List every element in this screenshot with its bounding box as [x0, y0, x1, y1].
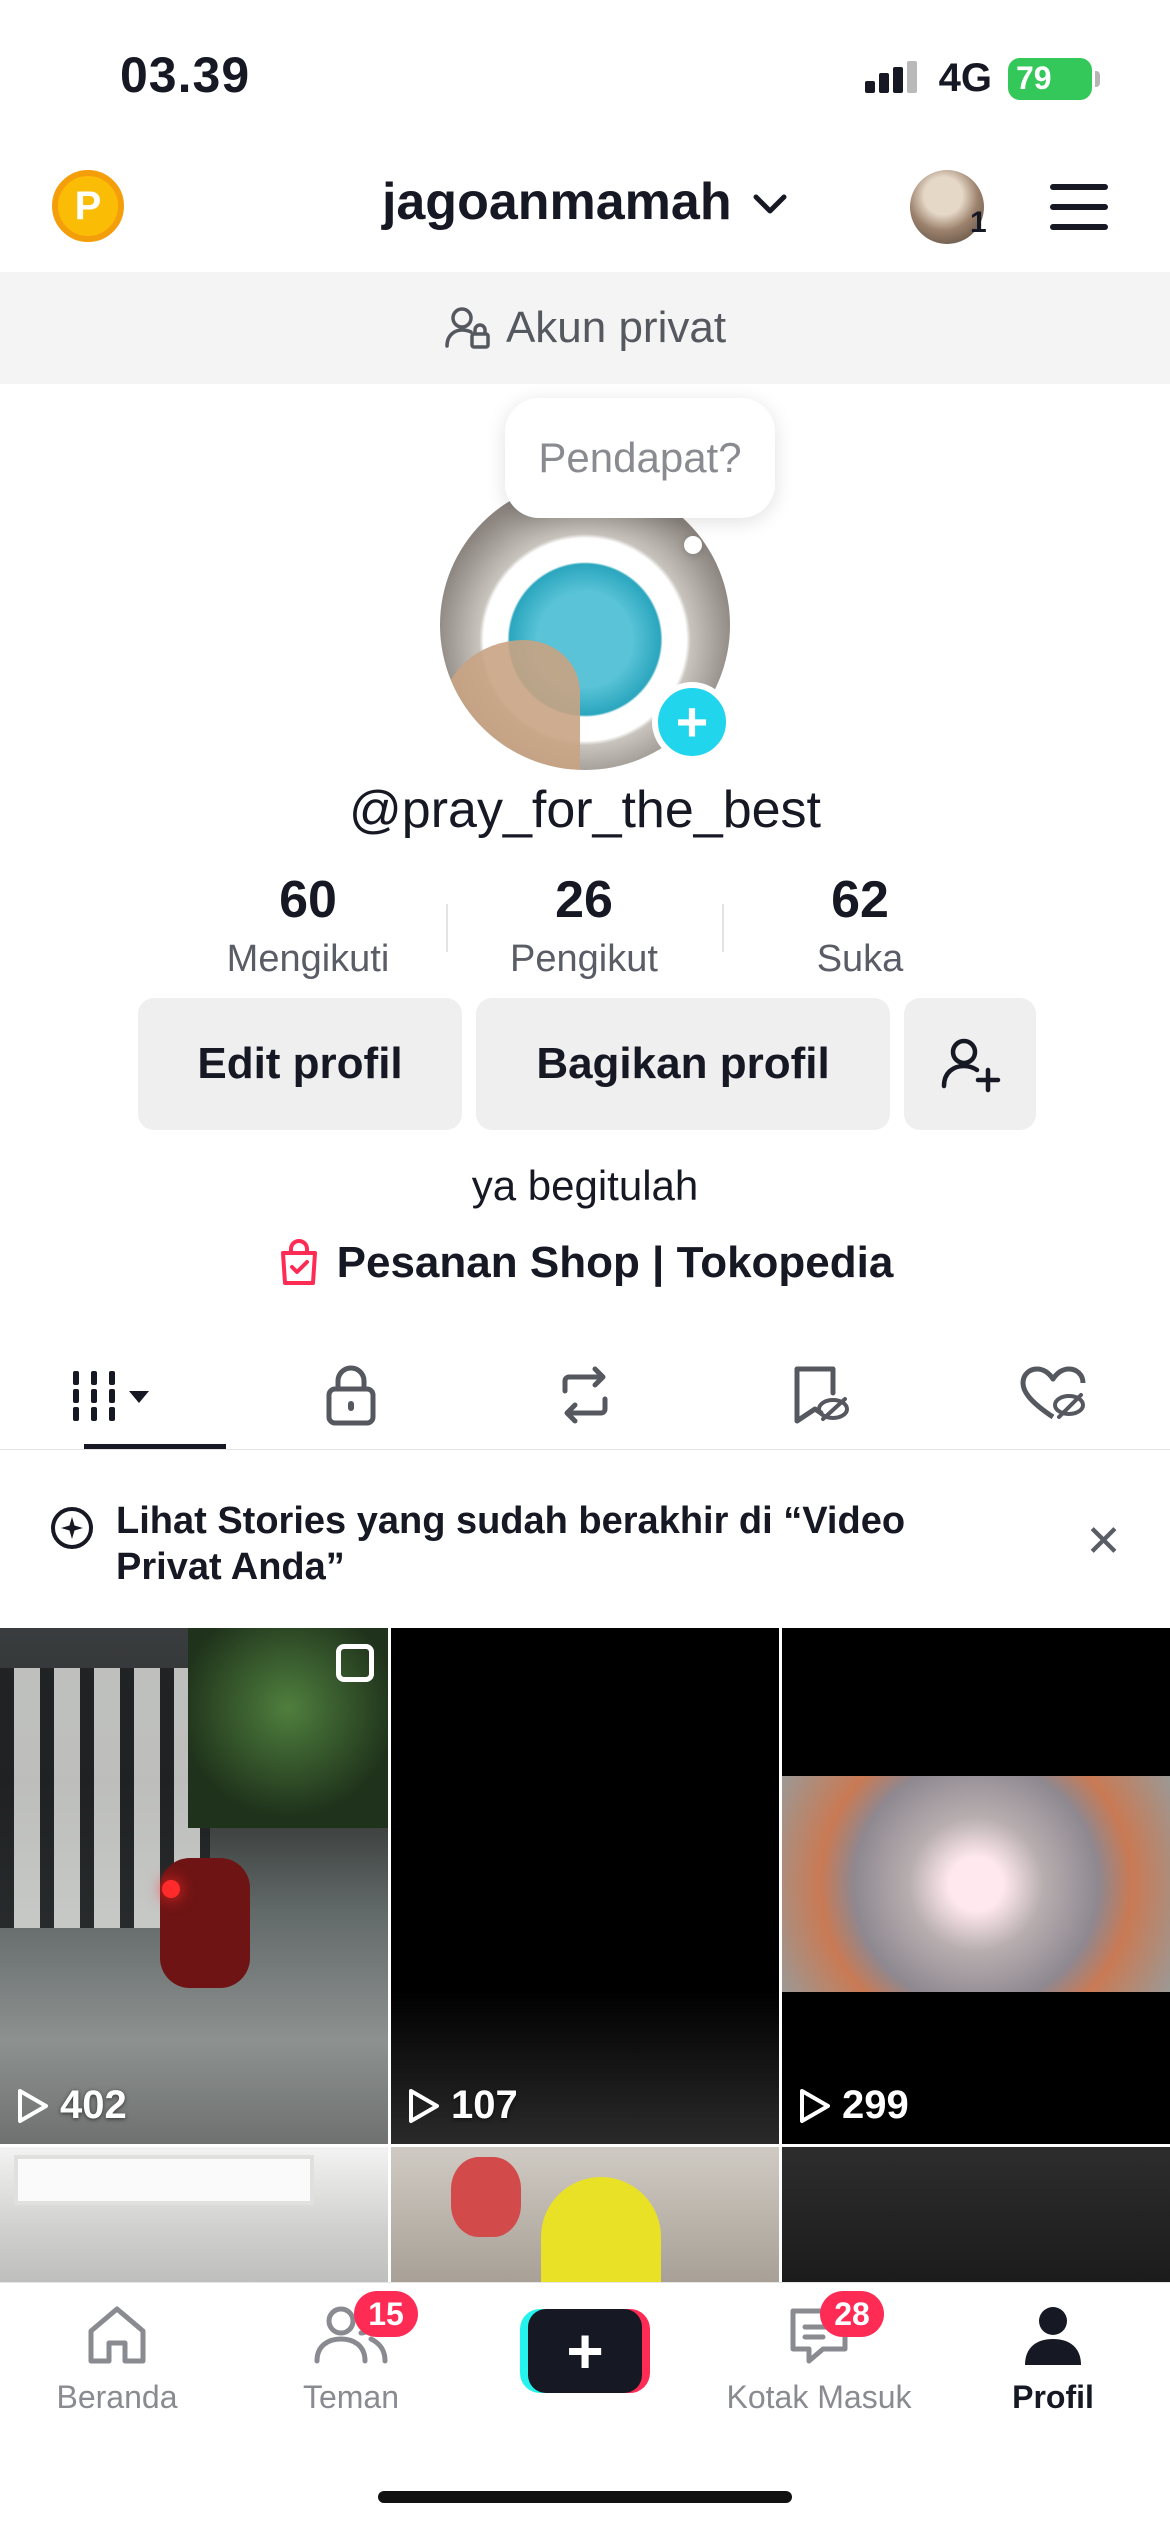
- tab-private[interactable]: [234, 1340, 468, 1449]
- favorites-hidden-icon: [794, 1366, 849, 1423]
- nav-label: Profil: [1012, 2379, 1094, 2415]
- profile-stats: 60 Mengikuti 26 Pengikut 62 Suka: [170, 870, 1000, 990]
- stories-icon: [51, 1507, 93, 1549]
- shopping-bag-icon: [280, 1239, 317, 1285]
- battery-indicator: 79: [1008, 57, 1100, 100]
- add-user-icon: [941, 1038, 1001, 1093]
- profile-actions: Edit profil Bagikan profil: [138, 998, 1036, 1130]
- nav-home[interactable]: Beranda: [0, 2299, 234, 2416]
- video-tile[interactable]: [391, 2147, 779, 2287]
- tab-videos[interactable]: [0, 1340, 234, 1449]
- nav-label: Kotak Masuk: [726, 2379, 912, 2415]
- status-indicators: 4G 79: [863, 56, 1100, 101]
- profile-bio: ya begitulah: [471, 1162, 699, 1209]
- profile-handle: @pray_for_the_best: [349, 781, 821, 839]
- stat-value: 60: [279, 871, 337, 929]
- profile-header: P jagoanmamah 1: [0, 150, 1170, 272]
- note-bubble-tail: [684, 536, 702, 554]
- battery-level: 79: [1016, 60, 1052, 96]
- stat-value: 26: [555, 871, 613, 929]
- play-icon: [409, 2088, 439, 2123]
- close-icon[interactable]: ✕: [1085, 1516, 1122, 1567]
- note-bubble[interactable]: Pendapat?: [505, 398, 775, 518]
- stories-notice[interactable]: Lihat Stories yang sudah berakhir di “Vi…: [0, 1470, 1170, 1628]
- stat-likes[interactable]: 62 Suka: [722, 870, 998, 990]
- add-photo-button[interactable]: +: [652, 682, 732, 762]
- home-icon: [88, 2306, 146, 2364]
- private-account-banner: Akun privat: [0, 272, 1170, 384]
- stat-label: Mengikuti: [226, 938, 390, 980]
- note-bubble-text: Pendapat?: [538, 434, 742, 481]
- play-icon: [800, 2088, 830, 2123]
- tab-liked[interactable]: [936, 1340, 1170, 1449]
- stat-following[interactable]: 60 Mengikuti: [170, 870, 446, 990]
- account-count: 1: [970, 206, 987, 239]
- content-tabs: [0, 1340, 1170, 1450]
- status-bar: 03.39 4G 79: [0, 0, 1170, 150]
- view-count: 107: [407, 2083, 518, 2128]
- create-icon: +: [528, 2309, 642, 2393]
- video-tile[interactable]: 402: [0, 1628, 388, 2144]
- view-count: 402: [16, 2083, 127, 2128]
- play-icon: [18, 2088, 48, 2123]
- tab-reposts[interactable]: [468, 1340, 702, 1449]
- username-label: jagoanmamah: [381, 173, 732, 231]
- friends-badge: 15: [354, 2291, 418, 2337]
- video-tile[interactable]: 107: [391, 1628, 779, 2144]
- nav-inbox[interactable]: Kotak Masuk: [702, 2299, 936, 2416]
- private-user-icon: [445, 307, 490, 349]
- signal-icon: [864, 60, 917, 93]
- view-count: 299: [798, 2083, 909, 2128]
- video-grid: 402 107 299: [0, 1628, 1170, 2287]
- video-tile[interactable]: [0, 2147, 388, 2287]
- tab-favorites[interactable]: [702, 1340, 936, 1449]
- stat-label: Pengikut: [510, 938, 658, 980]
- shop-orders-link[interactable]: Pesanan Shop | Tokopedia: [0, 1238, 1170, 1288]
- stat-label: Suka: [816, 938, 904, 980]
- inbox-badge: 28: [820, 2291, 884, 2337]
- menu-icon[interactable]: [1050, 184, 1108, 230]
- account-switcher[interactable]: jagoanmamah: [0, 172, 1170, 232]
- video-tile[interactable]: [782, 2147, 1170, 2287]
- stories-notice-text: Lihat Stories yang sudah berakhir di “Vi…: [116, 1500, 906, 1588]
- home-indicator: [378, 2491, 792, 2503]
- network-label: 4G: [938, 56, 992, 100]
- stat-value: 62: [831, 871, 889, 929]
- multi-post-icon: [336, 1644, 374, 1682]
- status-time: 03.39: [120, 47, 251, 103]
- share-profile-button[interactable]: Bagikan profil: [476, 998, 890, 1130]
- bottom-navigation: Beranda Teman 15 + Kotak Masuk 28 Profil: [0, 2282, 1170, 2532]
- view-count-value: 107: [451, 2083, 518, 2127]
- video-tile[interactable]: 299: [782, 1628, 1170, 2144]
- nav-label: Teman: [302, 2379, 400, 2415]
- create-button[interactable]: +: [520, 2309, 650, 2393]
- shop-link-text: Pesanan Shop | Tokopedia: [336, 1238, 894, 1287]
- view-count-value: 299: [842, 2083, 909, 2127]
- liked-hidden-icon: [1020, 1366, 1086, 1419]
- profile-icon: [1025, 2307, 1081, 2365]
- stat-followers[interactable]: 26 Pengikut: [446, 870, 722, 990]
- nav-profile[interactable]: Profil: [936, 2299, 1170, 2416]
- grid-icon: [73, 1370, 149, 1421]
- nav-label: Beranda: [56, 2379, 178, 2415]
- edit-profile-button[interactable]: Edit profil: [138, 998, 462, 1130]
- lock-icon: [326, 1365, 376, 1425]
- view-count-value: 402: [60, 2083, 127, 2127]
- private-banner-text: Akun privat: [505, 303, 727, 352]
- chevron-down-icon: [753, 194, 787, 214]
- nav-friends[interactable]: Teman: [234, 2299, 468, 2416]
- repost-icon: [562, 1366, 608, 1423]
- add-friend-button[interactable]: [904, 998, 1036, 1130]
